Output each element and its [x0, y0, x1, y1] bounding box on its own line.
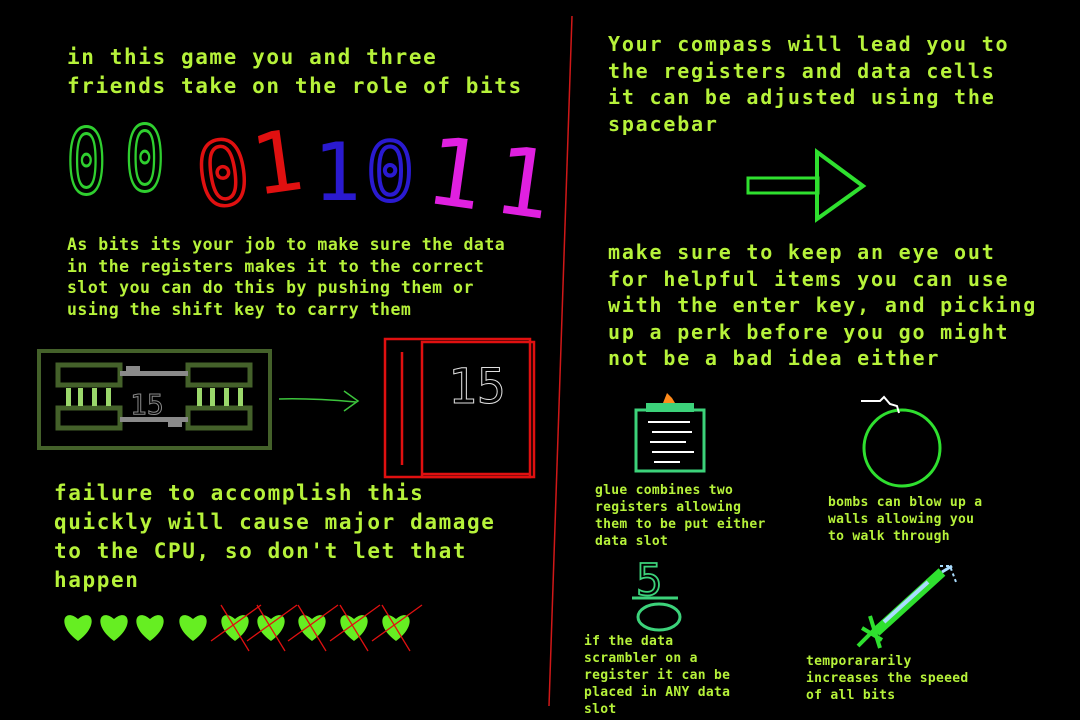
glue-text: glue combines two registers allowing the… [595, 483, 766, 549]
scrambler-icon: 5 [632, 554, 682, 632]
item-icons: 5 [632, 393, 957, 649]
bomb-text: bombs can blow up a walls allowing you t… [828, 495, 983, 544]
glue-icon [634, 393, 706, 473]
scrambler-text: if the data scrambler on a register it c… [584, 634, 731, 717]
bomb-icon [861, 395, 942, 488]
syringe-icon [856, 564, 957, 649]
speed-text: temporararily increases the speeed of al… [806, 654, 969, 703]
